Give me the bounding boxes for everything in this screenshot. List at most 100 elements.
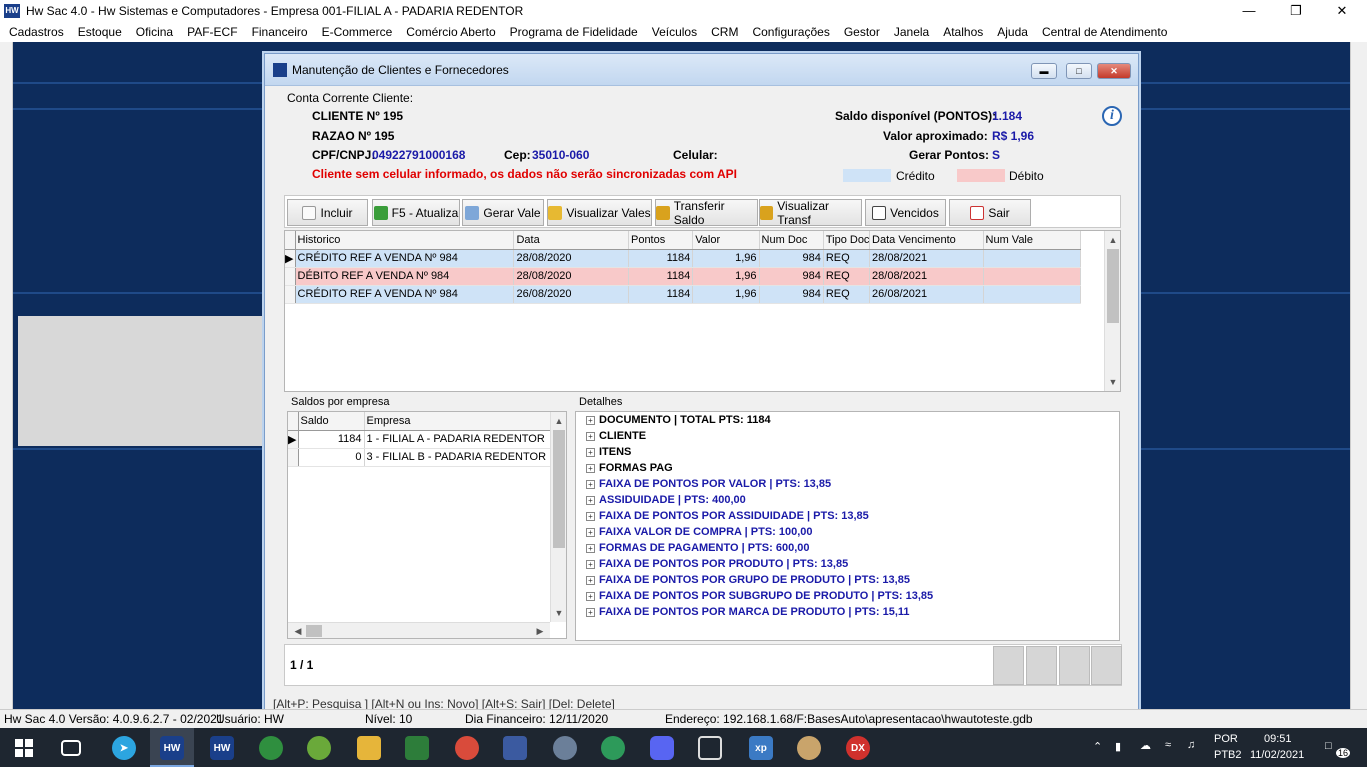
scroll-thumb[interactable] [1107, 249, 1119, 323]
paint-icon[interactable] [797, 736, 821, 760]
menu-comercio-aberto[interactable]: Comércio Aberto [399, 25, 502, 39]
menu-central-atendimento[interactable]: Central de Atendimento [1035, 25, 1174, 39]
footer-button[interactable] [1059, 646, 1090, 685]
tree-node[interactable]: + FAIXA VALOR DE COMPRA | PTS: 100,00 [586, 526, 813, 538]
dialog-close-icon[interactable]: ✕ [1097, 63, 1131, 79]
expand-icon[interactable]: + [586, 607, 595, 617]
vencidos-button[interactable]: Vencidos [865, 199, 946, 226]
expand-icon[interactable]: + [586, 511, 595, 521]
app-green-icon[interactable] [259, 736, 283, 760]
col-historico[interactable]: Historico [295, 231, 515, 250]
col-pontos[interactable]: Pontos [628, 231, 694, 250]
menu-atalhos[interactable]: Atalhos [936, 25, 990, 39]
tree-node[interactable]: + ITENS [586, 446, 631, 458]
app-disc-icon[interactable] [553, 736, 577, 760]
hw-sac-icon[interactable]: HW [160, 736, 184, 760]
chrome-icon[interactable] [455, 736, 479, 760]
incluir-button[interactable]: Incluir [287, 199, 368, 226]
menu-oficina[interactable]: Oficina [129, 25, 180, 39]
tools-app-icon[interactable]: xp [749, 736, 773, 760]
tree-node[interactable]: + FORMAS PAG [586, 462, 673, 474]
tree-node[interactable]: + FAIXA DE PONTOS POR ASSIDUIDADE | PTS: … [586, 510, 869, 522]
col-num-vale[interactable]: Num Vale [983, 231, 1082, 250]
menu-veiculos[interactable]: Veículos [645, 25, 704, 39]
expand-icon[interactable]: + [586, 543, 595, 553]
eye-app-icon[interactable] [601, 736, 625, 760]
restore-icon[interactable]: ❐ [1273, 0, 1319, 21]
tree-node[interactable]: + FAIXA DE PONTOS POR PRODUTO | PTS: 13,8… [586, 558, 848, 570]
minimize-icon[interactable]: — [1226, 0, 1272, 21]
windows-start-icon[interactable] [15, 739, 33, 757]
expand-icon[interactable]: + [586, 527, 595, 537]
col-empresa[interactable]: Empresa [364, 412, 551, 431]
visualizar-vales-button[interactable]: Visualizar Vales [547, 199, 652, 226]
wifi-icon[interactable]: ≈ [1165, 739, 1171, 751]
transferir-saldo-button[interactable]: Transferir Saldo [655, 199, 758, 227]
info-icon[interactable]: i [1102, 106, 1122, 126]
volume-icon[interactable]: ♫ [1187, 739, 1195, 751]
menu-janela[interactable]: Janela [887, 25, 936, 39]
menu-configuracoes[interactable]: Configurações [745, 25, 836, 39]
scroll-left-icon[interactable]: ◀ [290, 624, 306, 638]
expand-icon[interactable]: + [586, 415, 595, 425]
app-leaf-icon[interactable] [307, 736, 331, 760]
dialog-minimize-icon[interactable]: ▬ [1031, 63, 1057, 79]
spreadsheet-icon[interactable] [405, 736, 429, 760]
scroll-down-icon[interactable]: ▼ [1105, 375, 1121, 389]
table-row[interactable]: DÉBITO REF A VENDA Nº 984 28/08/2020 118… [285, 267, 1082, 286]
footer-button[interactable] [993, 646, 1024, 685]
sair-button[interactable]: Sair [949, 199, 1031, 226]
expand-icon[interactable]: + [586, 463, 595, 473]
folder-icon[interactable] [357, 736, 381, 760]
dx-app-icon[interactable]: DX [846, 736, 870, 760]
menu-estoque[interactable]: Estoque [71, 25, 129, 39]
col-data-vencimento[interactable]: Data Vencimento [869, 231, 984, 250]
tree-node[interactable]: + FAIXA DE PONTOS POR SUBGRUPO DE PRODUTO… [586, 590, 933, 602]
menu-ajuda[interactable]: Ajuda [990, 25, 1035, 39]
clock-time[interactable]: 09:51 [1264, 733, 1292, 745]
cloud-icon[interactable]: ☁ [1140, 739, 1151, 752]
close-icon[interactable]: ✕ [1319, 0, 1365, 21]
cube-app-icon[interactable] [503, 736, 527, 760]
expand-icon[interactable]: + [586, 431, 595, 441]
col-valor[interactable]: Valor [692, 231, 760, 250]
clock-date[interactable]: 11/02/2021 [1250, 749, 1304, 761]
tree-node[interactable]: + FORMAS DE PAGAMENTO | PTS: 600,00 [586, 542, 810, 554]
expand-icon[interactable]: + [586, 447, 595, 457]
expand-icon[interactable]: + [586, 479, 595, 489]
menu-crm[interactable]: CRM [704, 25, 745, 39]
col-tipo-doc[interactable]: Tipo Doc [823, 231, 871, 250]
col-data[interactable]: Data [513, 231, 629, 250]
tree-node[interactable]: + FAIXA DE PONTOS POR VALOR | PTS: 13,85 [586, 478, 831, 490]
scroll-up-icon[interactable]: ▲ [1105, 233, 1121, 247]
col-num-doc[interactable]: Num Doc [759, 231, 824, 250]
saldos-hscrollbar[interactable]: ◀ ▶ [288, 622, 550, 638]
menu-financeiro[interactable]: Financeiro [245, 25, 315, 39]
table-row[interactable]: CRÉDITO REF A VENDA Nº 984 26/08/2020 11… [285, 285, 1082, 304]
scroll-down-icon[interactable]: ▼ [551, 606, 567, 620]
scroll-thumb[interactable] [306, 625, 322, 637]
menu-gestor[interactable]: Gestor [837, 25, 887, 39]
box-app-icon[interactable] [698, 736, 722, 760]
tree-node[interactable]: + FAIXA DE PONTOS POR GRUPO DE PRODUTO | … [586, 574, 910, 586]
footer-button[interactable] [1091, 646, 1122, 685]
grid-scrollbar[interactable]: ▲ ▼ [1104, 231, 1120, 391]
gerar-vale-button[interactable]: Gerar Vale [462, 199, 544, 226]
lang-code[interactable]: POR [1214, 733, 1238, 745]
hw-app-icon[interactable]: HW [210, 736, 234, 760]
scroll-right-icon[interactable]: ▶ [532, 624, 548, 638]
tree-node[interactable]: + CLIENTE [586, 430, 646, 442]
menu-e-commerce[interactable]: E-Commerce [315, 25, 400, 39]
scroll-thumb[interactable] [553, 430, 565, 548]
saldos-vscrollbar[interactable]: ▲ ▼ [550, 412, 566, 622]
col-saldo[interactable]: Saldo [298, 412, 365, 431]
battery-icon[interactable]: ▮ [1115, 740, 1121, 753]
notification-icon[interactable]: □ [1325, 740, 1332, 752]
tree-node[interactable]: + FAIXA DE PONTOS POR MARCA DE PRODUTO | … [586, 606, 910, 618]
table-row[interactable]: ▶ 1184 1 - FILIAL A - PADARIA REDENTOR [288, 430, 551, 449]
keyboard-layout[interactable]: PTB2 [1214, 749, 1242, 761]
dialog-maximize-icon[interactable]: □ [1066, 63, 1092, 79]
scroll-up-icon[interactable]: ▲ [551, 414, 567, 428]
tree-node[interactable]: + ASSIDUIDADE | PTS: 400,00 [586, 494, 746, 506]
right-scrollbar[interactable] [1350, 42, 1367, 709]
